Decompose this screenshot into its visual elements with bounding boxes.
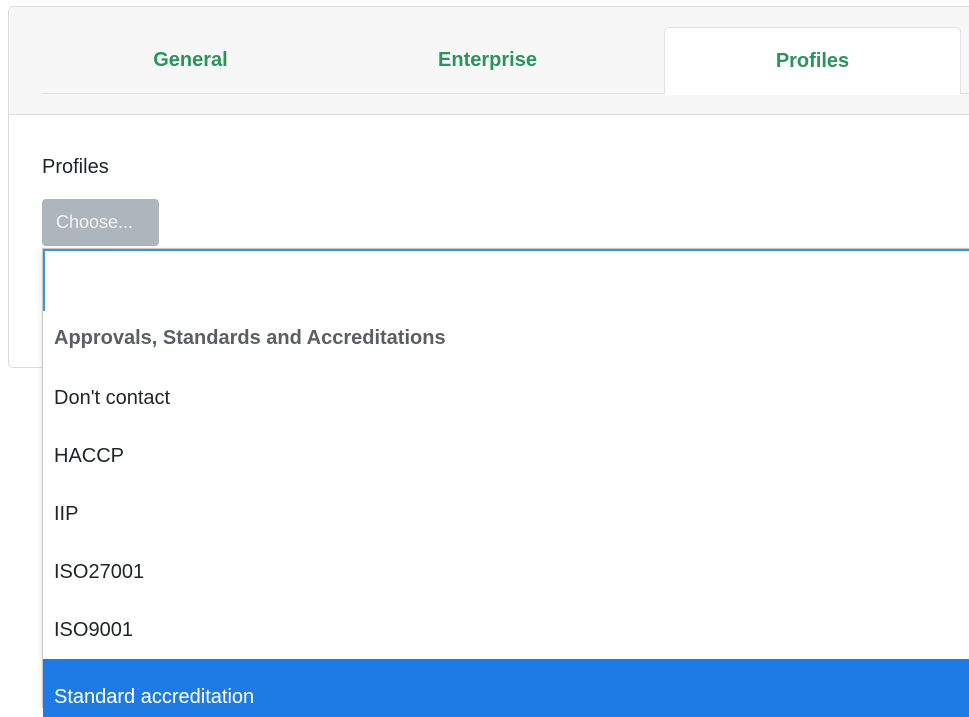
option-iso9001[interactable]: ISO9001 (43, 601, 969, 659)
option-dont-contact[interactable]: Don't contact (43, 369, 969, 427)
tab-profiles[interactable]: Profiles (664, 27, 961, 95)
option-group-header: Approvals, Standards and Accreditations (54, 327, 446, 349)
profiles-dropdown: Approvals, Standards and Accreditations … (42, 248, 969, 717)
tab-enterprise[interactable]: Enterprise (339, 27, 636, 94)
tab-header: General Enterprise Profiles (9, 7, 969, 115)
option-iso27001[interactable]: ISO27001 (43, 543, 969, 601)
option-haccp[interactable]: HACCP (43, 427, 969, 485)
profiles-label: Profiles (42, 156, 109, 178)
tab-general[interactable]: General (42, 27, 339, 94)
choose-button[interactable]: Choose... (42, 199, 159, 246)
option-standard-accreditation[interactable]: Standard accreditation (43, 659, 969, 717)
dropdown-search-input[interactable] (43, 249, 969, 311)
option-iip[interactable]: IIP (43, 485, 969, 543)
